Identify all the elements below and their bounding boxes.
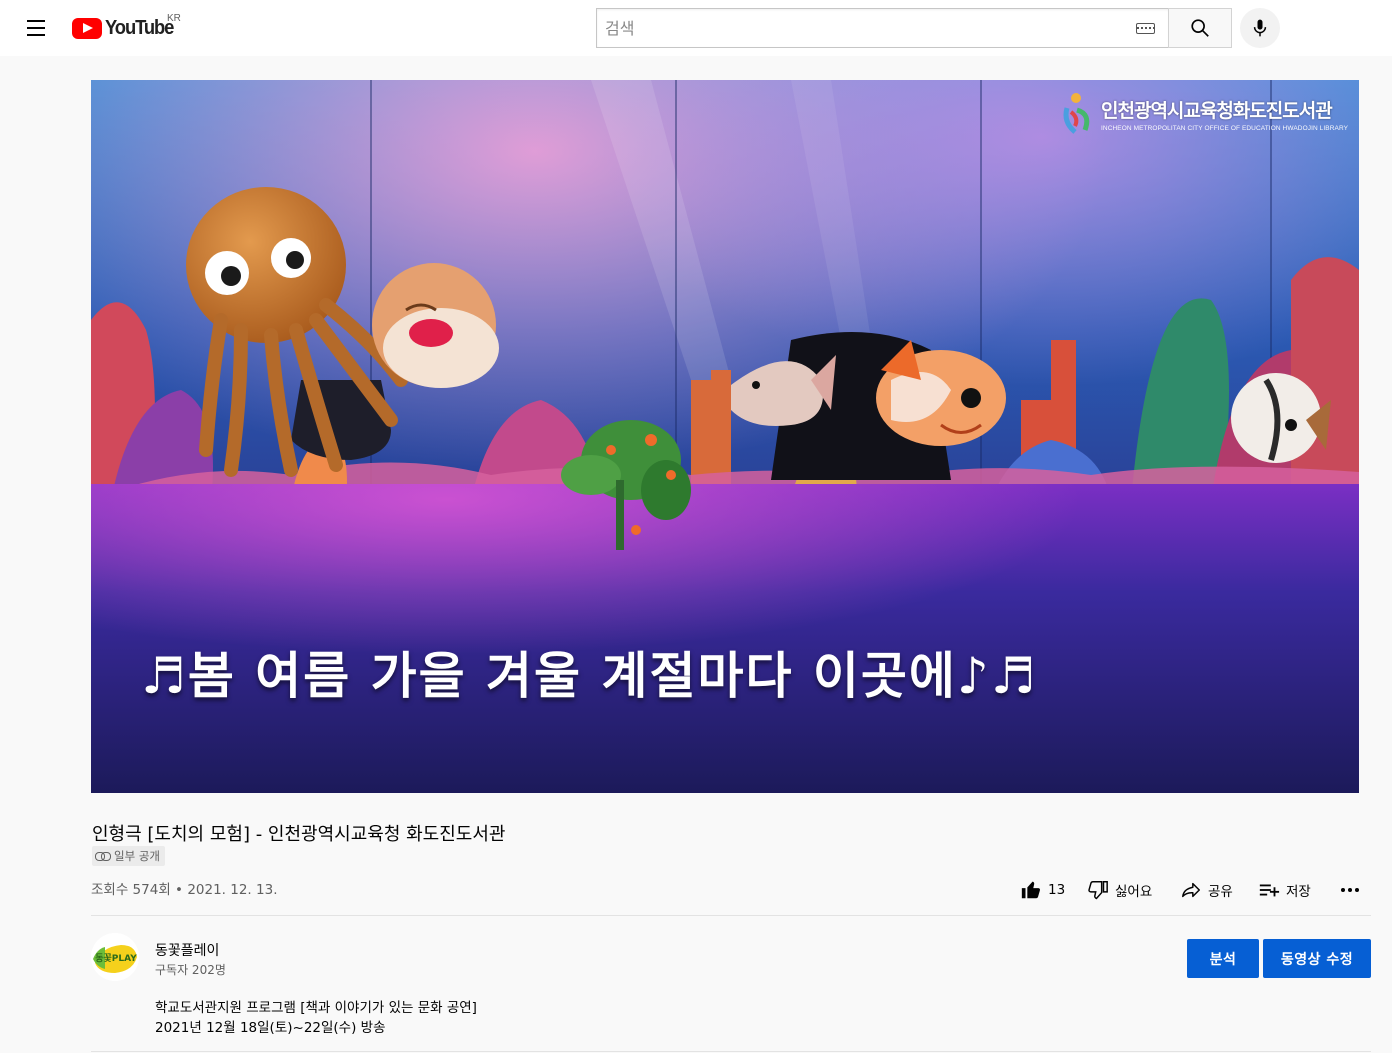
dislike-button[interactable]: 싫어요	[1087, 876, 1152, 904]
masthead: YouTube KR	[0, 0, 1392, 56]
watermark-english: INCHEON METROPOLITAN CITY OFFICE OF EDUC…	[1101, 125, 1349, 132]
edit-video-button[interactable]: 동영상 수정	[1263, 939, 1371, 978]
watermark-korean: 인천광역시교육청화도진도서관	[1101, 100, 1333, 122]
mic-icon	[1253, 19, 1267, 37]
view-count: 조회수 574회	[91, 882, 171, 898]
divider-top	[91, 915, 1371, 916]
thumbs-down-icon	[1088, 881, 1108, 900]
video-meta: 조회수 574회 • 2021. 12. 13.	[91, 878, 277, 898]
divider-bottom	[91, 1051, 1371, 1052]
link-icon	[95, 851, 111, 861]
save-button[interactable]: 저장	[1258, 876, 1311, 904]
video-title: 인형극 [도치의 모험] - 인천광역시교육청 화도진도서관	[92, 824, 506, 845]
logo-text: YouTube	[105, 16, 174, 39]
channel-watermark: 인천광역시교육청화도진도서관 INCHEON METROPOLITAN CITY…	[1061, 92, 1348, 136]
keyboard-icon[interactable]	[1136, 23, 1155, 34]
channel-avatar-image: 동꽃PLAY	[91, 933, 139, 981]
meta-separator: •	[175, 882, 184, 898]
youtube-logo[interactable]: YouTube	[72, 16, 179, 40]
share-icon	[1182, 882, 1200, 898]
privacy-label: 일부 공개	[114, 849, 160, 863]
share-button[interactable]: 공유	[1180, 876, 1233, 904]
voice-search-button[interactable]	[1240, 8, 1280, 48]
like-count: 13	[1048, 882, 1066, 898]
thumbs-up-icon	[1021, 881, 1040, 899]
youtube-play-icon	[72, 17, 102, 39]
description-line: 학교도서관지원 프로그램 [책과 이야기가 있는 문화 공연]	[155, 1000, 477, 1016]
menu-icon[interactable]	[16, 8, 56, 48]
playlist-add-icon	[1259, 884, 1280, 897]
country-code: KR	[167, 13, 181, 24]
avatar-text: 동꽃PLAY	[95, 953, 137, 964]
library-logo	[1063, 93, 1090, 134]
privacy-badge: 일부 공개	[92, 846, 165, 866]
dislike-label: 싫어요	[1115, 884, 1153, 900]
share-label: 공유	[1208, 884, 1233, 900]
analytics-button[interactable]: 분석	[1187, 939, 1259, 978]
channel-name[interactable]: 동꽃플레이	[155, 940, 219, 960]
search-input[interactable]	[597, 9, 1117, 47]
description-line: 2021년 12월 18일(토)~22일(수) 방송	[155, 1020, 386, 1036]
video-player[interactable]: 인천광역시교육청화도진도서관 INCHEON METROPOLITAN CITY…	[91, 80, 1359, 793]
search-box	[596, 8, 1169, 48]
search-icon	[1191, 19, 1209, 37]
subscriber-count: 구독자 202명	[155, 963, 226, 977]
more-actions-button[interactable]	[1336, 876, 1364, 904]
video-subtitle: ♬봄 여름 가을 겨울 계절마다 이곳에♪♬	[141, 647, 1038, 705]
search-button[interactable]	[1168, 8, 1232, 48]
save-label: 저장	[1286, 884, 1311, 900]
more-icon	[1340, 888, 1361, 892]
channel-avatar[interactable]: 동꽃PLAY	[91, 933, 139, 981]
upload-date: 2021. 12. 13.	[187, 882, 278, 898]
like-button[interactable]: 13	[1020, 876, 1065, 904]
